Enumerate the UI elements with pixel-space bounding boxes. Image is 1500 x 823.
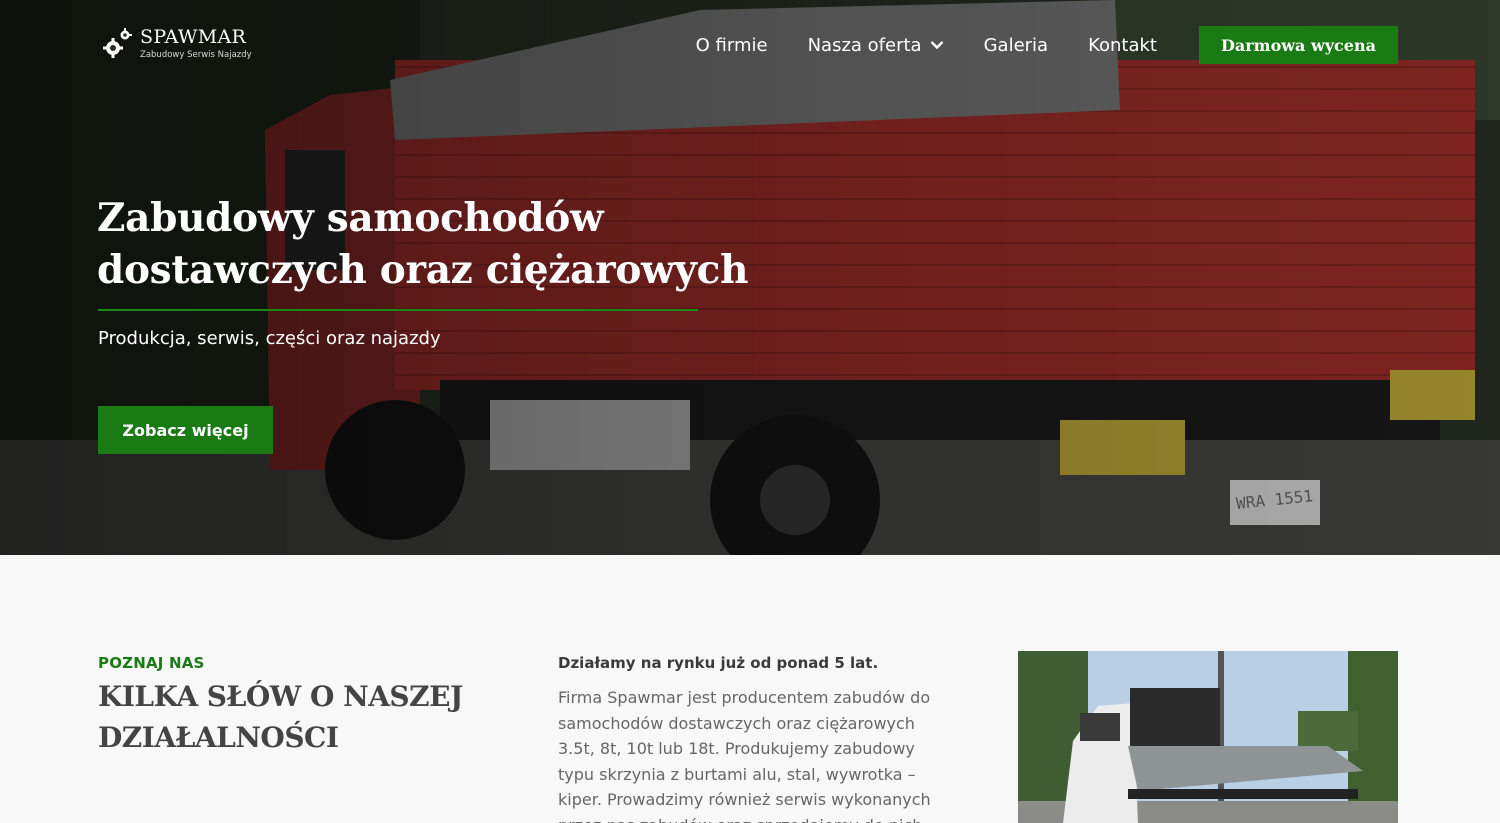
nav-item-label: O firmie: [695, 34, 768, 56]
nav-item-o-firmie[interactable]: O firmie: [696, 35, 768, 56]
logo-tagline: Zabudowy Serwis Najazdy: [140, 50, 252, 60]
nav-item-kontakt[interactable]: Kontakt: [1088, 35, 1157, 56]
see-more-button[interactable]: Zobacz więcej: [98, 406, 273, 454]
main-nav: O firmie Nasza oferta Galeria Kontakt Da…: [696, 26, 1398, 64]
about-eyebrow: POZNAJ NAS: [98, 654, 205, 672]
hero-divider: [98, 309, 698, 311]
logo[interactable]: SPAWMAR Zabudowy Serwis Najazdy: [102, 26, 252, 60]
hero-subtitle: Produkcja, serwis, części oraz najazdy: [98, 328, 441, 349]
free-quote-button[interactable]: Darmowa wycena: [1199, 26, 1398, 64]
nav-item-label: Kontakt: [1088, 34, 1157, 56]
hero-title-line1: Zabudowy samochodów: [97, 195, 604, 241]
about-title-line2: DZIAŁALNOŚCI: [98, 721, 339, 754]
truck-photo: [1018, 651, 1398, 823]
hero-title: Zabudowy samochodów dostawczych oraz cię…: [97, 192, 757, 296]
logo-name: SPAWMAR: [140, 26, 247, 48]
about-title-line1: KILKA SŁÓW O NASZEJ: [98, 680, 463, 713]
nav-item-label: Nasza oferta: [807, 34, 922, 56]
about-title: KILKA SŁÓW O NASZEJ DZIAŁALNOŚCI: [98, 676, 478, 758]
hero-title-line2: dostawczych oraz ciężarowych: [97, 247, 749, 293]
nav-item-nasza-oferta[interactable]: Nasza oferta: [808, 35, 944, 56]
gear-icon: [103, 28, 132, 58]
nav-item-label: Galeria: [983, 34, 1049, 56]
about-lead: Działamy na rynku już od ponad 5 lat.: [558, 654, 879, 672]
truck-photo-image: [1018, 651, 1398, 823]
chevron-down-icon: [930, 41, 943, 50]
about-body: Firma Spawmar jest producentem zabudów d…: [558, 688, 931, 823]
nav-item-galeria[interactable]: Galeria: [984, 35, 1049, 56]
